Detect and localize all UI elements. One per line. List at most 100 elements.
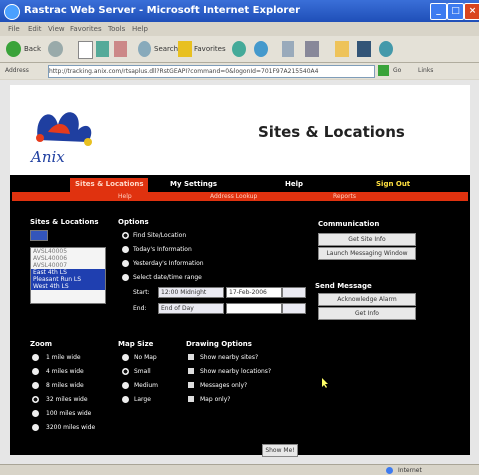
messenger-icon[interactable] — [379, 41, 393, 57]
links-label[interactable]: Links — [418, 67, 433, 74]
address-bar: Address http://tracking.anix.com/rtsaplu… — [0, 63, 479, 79]
zoom-radio[interactable] — [32, 354, 39, 361]
menu-tools[interactable]: Tools — [108, 25, 125, 33]
menu-help[interactable]: Help — [132, 25, 148, 33]
map-size-radio[interactable] — [122, 354, 129, 361]
menu-favorites[interactable]: Favorites — [70, 25, 102, 33]
close-button[interactable]: × — [464, 3, 479, 20]
start-calendar-button[interactable] — [282, 287, 306, 298]
tab-my-settings[interactable]: My Settings — [170, 180, 217, 188]
end-calendar-button[interactable] — [282, 303, 306, 314]
window-title: Rastrac Web Server - Microsoft Internet … — [24, 5, 301, 16]
address-label: Address — [5, 67, 29, 74]
get-info-button[interactable]: Get Info — [318, 307, 416, 320]
zone-label: Internet — [398, 467, 422, 474]
menu-view[interactable]: View — [48, 25, 65, 33]
start-date-input[interactable]: 17-Feb-2006 — [226, 287, 282, 298]
minimize-button[interactable]: _ — [430, 3, 447, 20]
subnav-address-lookup[interactable]: Address Lookup — [210, 193, 257, 200]
go-label[interactable]: Go — [393, 67, 401, 74]
zoom-8-miles: 8 miles wide — [46, 382, 84, 389]
show-nearby-sites-label: Show nearby sites? — [200, 354, 259, 361]
ie-icon — [4, 4, 20, 20]
tab-sign-out[interactable]: Sign Out — [376, 180, 410, 188]
toolbar: Back Search Favorites — [0, 36, 479, 63]
option-date-range: Select date/time range — [133, 274, 202, 281]
browser-window: Rastrac Web Server - Microsoft Internet … — [0, 0, 479, 475]
folder-icon[interactable] — [335, 41, 349, 57]
sites-dropdown[interactable] — [30, 230, 48, 241]
menu-file[interactable]: File — [8, 25, 20, 33]
map-only-checkbox[interactable] — [188, 396, 194, 402]
subnav-help[interactable]: Help — [118, 193, 132, 200]
list-item[interactable]: Pleasant Run LS — [31, 276, 105, 283]
zoom-label: Zoom — [30, 340, 52, 348]
list-item[interactable]: East 4th LS — [31, 269, 105, 276]
map-size-radio[interactable] — [122, 396, 129, 403]
favorites-icon[interactable] — [178, 41, 192, 57]
print-icon[interactable] — [305, 41, 319, 57]
history-icon[interactable] — [254, 41, 268, 57]
map-size-medium: Medium — [134, 382, 158, 389]
show-me-button[interactable]: Show Me! — [262, 444, 298, 457]
back-label: Back — [24, 45, 41, 53]
option-today: Today's Information — [133, 246, 192, 253]
start-time-select[interactable]: 12:00 Midnight — [158, 287, 224, 298]
list-item[interactable]: AVSL40007 — [31, 262, 105, 269]
internet-zone-icon — [386, 467, 393, 474]
list-item[interactable]: AVSL40005 — [31, 248, 105, 255]
back-icon[interactable] — [6, 41, 21, 57]
search-label[interactable]: Search — [154, 45, 178, 61]
send-message-label: Send Message — [315, 282, 372, 290]
page-title: Sites & Locations — [258, 123, 405, 141]
option-radio[interactable] — [122, 246, 129, 253]
map-size-radio[interactable] — [122, 368, 129, 375]
list-item[interactable]: AVSL40006 — [31, 255, 105, 262]
get-site-info-button[interactable]: Get Site Info — [318, 233, 416, 246]
home-icon[interactable] — [114, 41, 127, 57]
acknowledge-alarm-button[interactable]: Acknowledge Alarm — [318, 293, 416, 306]
end-date-input[interactable] — [226, 303, 282, 314]
address-input[interactable]: http://tracking.anix.com/rtsaplus.dll?Rs… — [48, 65, 375, 78]
messages-only-checkbox[interactable] — [188, 382, 194, 388]
mail-icon[interactable] — [282, 41, 294, 57]
favorites-label[interactable]: Favorites — [194, 45, 226, 61]
option-radio[interactable] — [122, 232, 129, 239]
logo-text: Anix — [29, 148, 65, 166]
subnav-reports[interactable]: Reports — [333, 193, 356, 200]
option-radio[interactable] — [122, 274, 129, 281]
zoom-radio[interactable] — [32, 396, 39, 403]
go-icon[interactable] — [378, 65, 389, 76]
menu-bar: File Edit View Favorites Tools Help — [0, 22, 479, 36]
maximize-button[interactable]: □ — [447, 3, 464, 20]
search-icon[interactable] — [138, 41, 151, 57]
zoom-4-miles: 4 miles wide — [46, 368, 84, 375]
end-time-select[interactable]: End of Day — [158, 303, 224, 314]
tab-help[interactable]: Help — [285, 180, 303, 188]
zoom-radio[interactable] — [32, 424, 39, 431]
map-size-radio[interactable] — [122, 382, 129, 389]
sites-listbox[interactable]: AVSL40005 AVSL40006 AVSL40007 East 4th L… — [30, 247, 106, 304]
launch-messaging-button[interactable]: Launch Messaging Window — [318, 247, 416, 260]
edit-icon[interactable] — [357, 41, 371, 57]
menu-edit[interactable]: Edit — [28, 25, 42, 33]
map-size-large: Large — [134, 396, 151, 403]
zoom-1-mile: 1 mile wide — [46, 354, 81, 361]
show-nearby-locations-checkbox[interactable] — [188, 368, 194, 374]
map-size-label: Map Size — [118, 340, 154, 348]
tab-sites-locations[interactable]: Sites & Locations — [75, 180, 144, 188]
stop-icon[interactable] — [78, 41, 93, 59]
zoom-radio[interactable] — [32, 410, 39, 417]
refresh-icon[interactable] — [96, 41, 109, 57]
map-size-none: No Map — [134, 354, 157, 361]
start-label: Start: — [133, 289, 150, 296]
zoom-radio[interactable] — [32, 368, 39, 375]
show-nearby-sites-checkbox[interactable] — [188, 354, 194, 360]
zoom-radio[interactable] — [32, 382, 39, 389]
map-size-small: Small — [134, 368, 151, 375]
list-item[interactable]: West 4th LS — [31, 283, 105, 290]
media-icon[interactable] — [232, 41, 246, 57]
map-only-label: Map only? — [200, 396, 231, 403]
forward-icon[interactable] — [48, 41, 63, 57]
option-radio[interactable] — [122, 260, 129, 267]
